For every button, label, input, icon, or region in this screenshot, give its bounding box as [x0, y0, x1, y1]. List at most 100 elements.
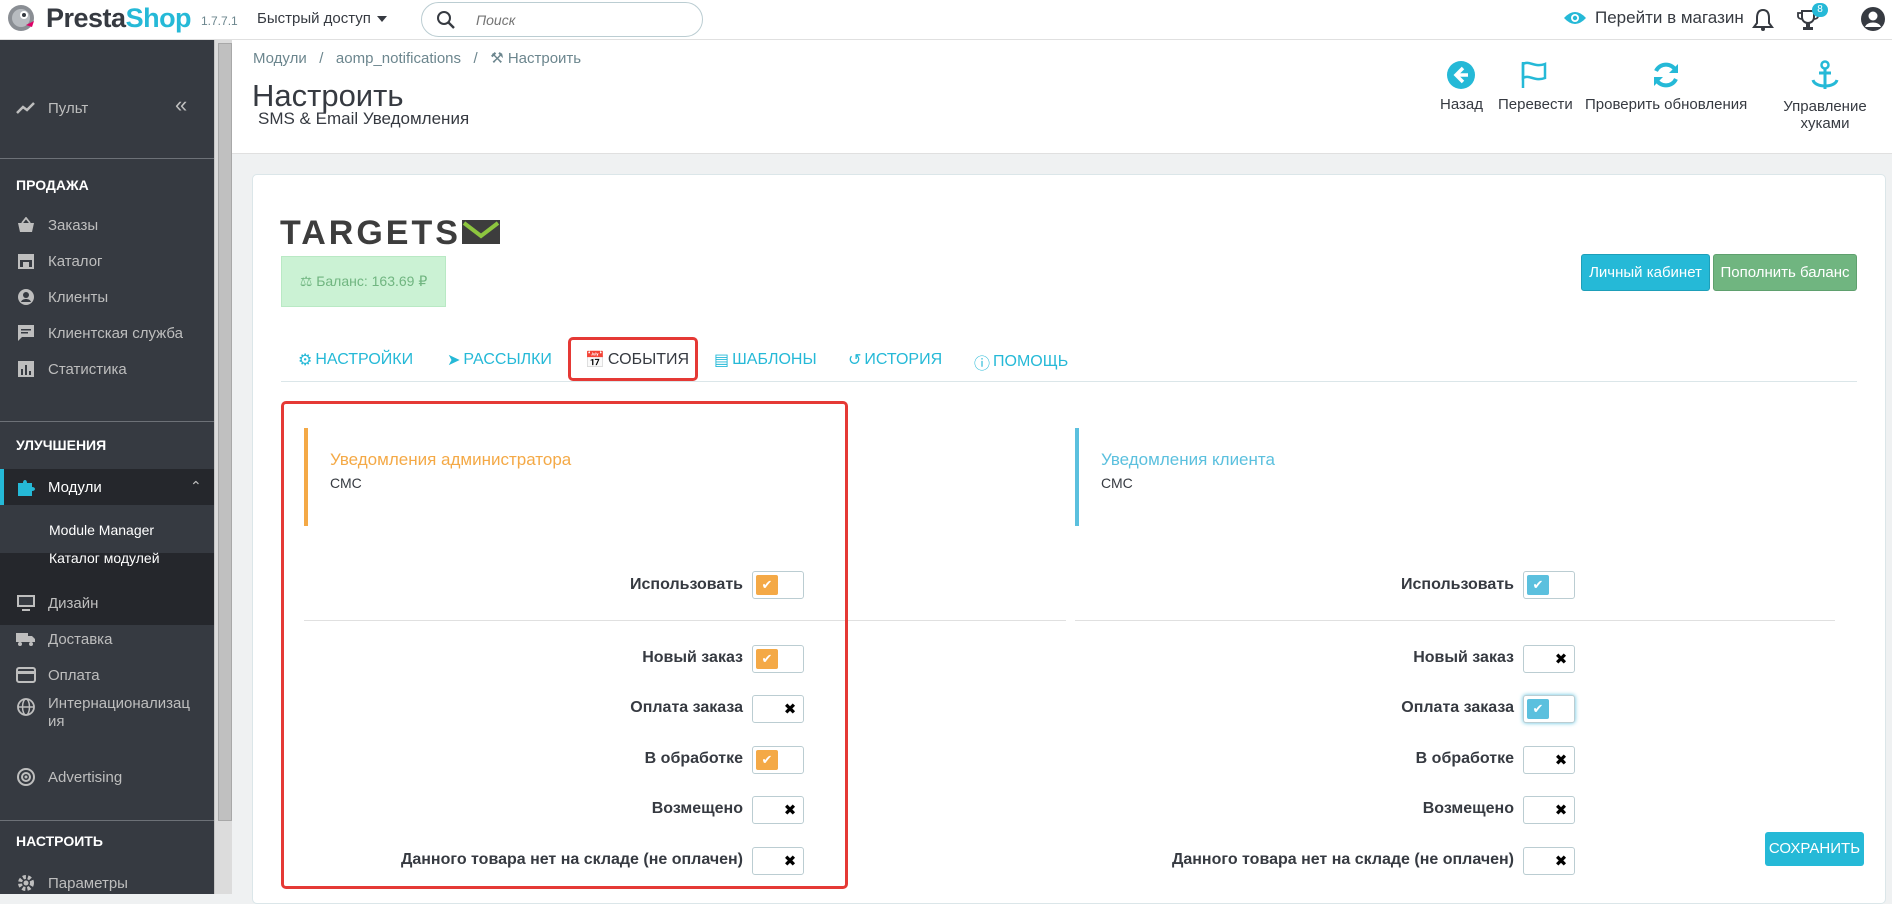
chat-icon: [16, 323, 36, 343]
client-row-label: Возмещено: [1422, 800, 1514, 817]
sidebar-item-shipping[interactable]: Доставка: [0, 621, 214, 657]
search-icon[interactable]: [436, 10, 456, 30]
topup-balance-button[interactable]: Пополнить баланс: [1713, 254, 1857, 291]
tab-mailings[interactable]: ➤ РАССЫЛКИ: [447, 350, 552, 370]
puzzle-icon: [16, 477, 36, 497]
scale-icon: ⚖: [299, 273, 317, 289]
document-icon: ▤: [714, 352, 730, 369]
refresh-icon: [1654, 62, 1679, 88]
customer-icon: [16, 287, 36, 307]
trend-icon: [16, 98, 36, 118]
translate-button[interactable]: Перевести: [1498, 60, 1573, 113]
client-row-label: В обработке: [1415, 750, 1514, 767]
sidebar-item-customers[interactable]: Клиенты: [0, 279, 214, 315]
breadcrumb-separator: /: [310, 50, 332, 67]
history-icon: ↺: [848, 352, 862, 369]
client-notifications-title: Уведомления клиента: [1101, 450, 1275, 469]
sidebar-item-orders[interactable]: Заказы: [0, 207, 214, 243]
monitor-icon: [16, 593, 36, 613]
sidebar-scrollbar-thumb[interactable]: [218, 43, 232, 821]
basket-icon: [16, 215, 36, 235]
tab-templates[interactable]: ▤ ШАБЛОНЫ: [714, 350, 817, 370]
client-order-payment-toggle[interactable]: ✔: [1523, 695, 1575, 723]
balance-badge: ⚖ Баланс: 163.69 ₽: [281, 256, 446, 307]
client-row-label: Использовать: [1401, 576, 1514, 593]
client-separator: [1075, 620, 1835, 621]
store-icon: [16, 251, 36, 271]
save-button[interactable]: СОХРАНИТЬ: [1765, 832, 1864, 866]
sidebar: « Пульт ПРОДАЖА Заказы Каталог Клиенты К…: [0, 40, 214, 894]
chevron-up-icon[interactable]: ⌃: [190, 478, 202, 495]
breadcrumb-item: Настроить: [507, 50, 582, 67]
wrench-icon: ⚒: [490, 50, 504, 67]
flag-icon: [1522, 61, 1547, 88]
client-row-label: Оплата заказа: [1401, 699, 1514, 716]
manage-hooks-button[interactable]: Управление хуками: [1758, 60, 1892, 132]
breadcrumb: Модули / aomp_notifications / ⚒ Настроит…: [253, 49, 581, 67]
sidebar-heading-improve: УЛУЧШЕНИЯ: [16, 437, 107, 453]
sidebar-subitem-module-manager[interactable]: Module Manager: [49, 522, 154, 538]
cross-icon: ✖: [1550, 851, 1572, 871]
breadcrumb-separator: /: [465, 50, 487, 67]
client-out-of-stock-toggle[interactable]: ✖: [1523, 847, 1575, 875]
client-processing-toggle[interactable]: ✖: [1523, 746, 1575, 774]
active-indicator: [0, 469, 4, 505]
personal-cabinet-button[interactable]: Личный кабинет: [1581, 254, 1710, 291]
credit-card-icon: [16, 665, 36, 685]
client-row-label: Данного товара нет на складе (не оплачен…: [1171, 851, 1514, 868]
goto-shop-link[interactable]: Перейти в магазин: [1563, 8, 1744, 28]
gears-icon: ⚙: [298, 352, 313, 369]
check-icon: ✔: [1527, 699, 1549, 719]
cross-icon: ✖: [1550, 800, 1572, 820]
targetsms-logo: TARGETS: [280, 214, 501, 253]
target-icon: [16, 767, 36, 787]
client-new-order-toggle[interactable]: ✖: [1523, 645, 1575, 673]
search-box[interactable]: [421, 2, 703, 37]
top-bar: PrestaShop 1.7.7.1 Быстрый доступ Перейт…: [0, 0, 1892, 40]
sidebar-heading-configure: НАСТРОИТЬ: [16, 833, 103, 849]
tab-highlight-box: [568, 337, 698, 381]
sidebar-subitem-module-catalog[interactable]: Каталог модулей: [49, 550, 160, 566]
caret-down-icon: [376, 16, 387, 23]
client-refunded-toggle[interactable]: ✖: [1523, 796, 1575, 824]
sidebar-heading-sell: ПРОДАЖА: [16, 177, 89, 193]
search-input[interactable]: [476, 10, 676, 30]
sidebar-item-modules[interactable]: Модули ⌃: [0, 469, 214, 505]
notification-badge: 8: [1812, 3, 1828, 17]
tab-settings[interactable]: ⚙ НАСТРОЙКИ: [298, 350, 413, 370]
check-updates-button[interactable]: Проверить обновления: [1585, 60, 1747, 113]
truck-icon: [16, 629, 36, 649]
bell-icon[interactable]: [1752, 8, 1774, 32]
breadcrumb-item[interactable]: Модули: [253, 50, 307, 67]
sidebar-item-params[interactable]: Параметры: [0, 865, 214, 894]
check-icon: ✔: [1527, 575, 1549, 595]
cross-icon: ✖: [1550, 649, 1572, 669]
sidebar-item-customer-service[interactable]: Клиентская служба: [0, 315, 214, 351]
version-label: 1.7.7.1: [201, 14, 238, 28]
sidebar-item-payment[interactable]: Оплата: [0, 657, 214, 693]
back-button[interactable]: Назад: [1440, 60, 1483, 113]
sidebar-item-international[interactable]: Интернационализац ия: [0, 695, 214, 747]
tab-history[interactable]: ↺ ИСТОРИЯ: [848, 350, 942, 370]
user-account-icon[interactable]: [1860, 6, 1886, 32]
cross-icon: ✖: [1550, 750, 1572, 770]
sidebar-item-stats[interactable]: Статистика: [0, 351, 214, 387]
eye-icon: [1564, 12, 1586, 24]
sidebar-divider: [0, 158, 214, 159]
prestashop-logo-text[interactable]: PrestaShop: [46, 3, 192, 34]
admin-highlight-box: [281, 401, 848, 889]
client-notifications-header: Уведомления клиента СМС: [1075, 428, 1475, 526]
breadcrumb-item[interactable]: aomp_notifications: [336, 50, 461, 67]
sidebar-item-catalog[interactable]: Каталог: [0, 243, 214, 279]
sidebar-divider: [0, 421, 214, 422]
prestashop-logo-icon[interactable]: [4, 3, 38, 33]
quick-access-dropdown[interactable]: Быстрый доступ: [257, 10, 387, 27]
tab-help[interactable]: ⓘ ПОМОЩЬ: [974, 350, 1068, 374]
sidebar-item-dashboard[interactable]: Пульт: [0, 90, 214, 126]
question-icon: ⓘ: [974, 356, 991, 373]
module-tabs: ⚙ НАСТРОЙКИ ➤ РАССЫЛКИ 📅 СОБЫТИЯ ▤ ШАБЛОНЫ ↺…: [281, 340, 1857, 382]
page-subtitle: SMS & Email Уведомления: [258, 109, 470, 128]
sidebar-item-design[interactable]: Дизайн: [0, 585, 214, 621]
client-use-toggle[interactable]: ✔: [1523, 571, 1575, 599]
sidebar-item-advertising[interactable]: Advertising: [0, 759, 214, 795]
